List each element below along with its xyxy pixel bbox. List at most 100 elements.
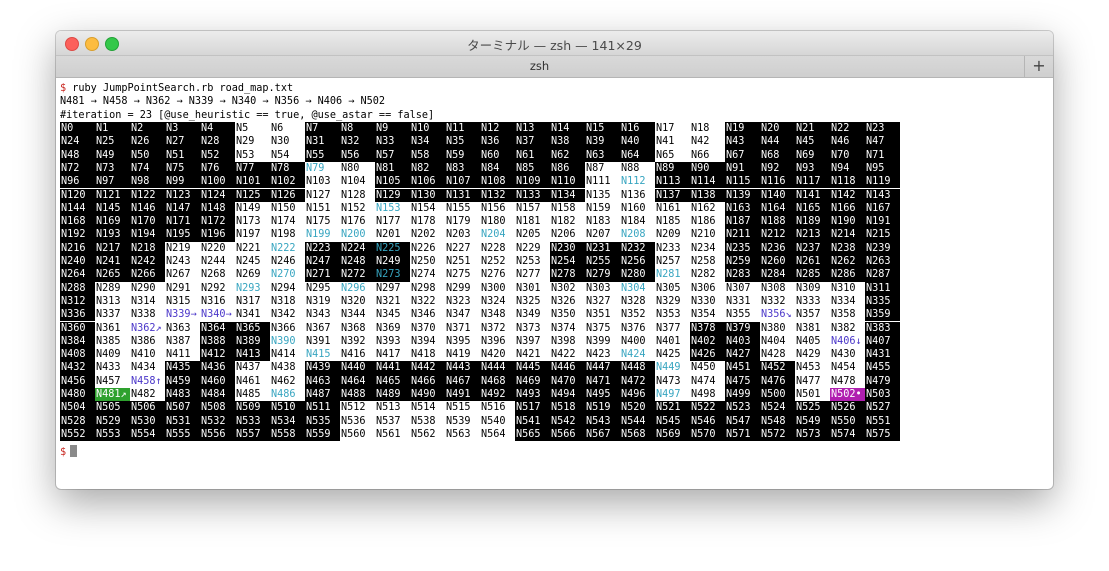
grid-cell: N354: [690, 308, 725, 322]
wall-cell: N550: [830, 414, 865, 428]
grid-cell: N202: [410, 228, 445, 242]
grid-cell: N453: [795, 361, 830, 375]
grid-cell: N219: [165, 241, 200, 255]
grid-cell: N176: [340, 215, 375, 229]
wall-cell: N552: [60, 427, 95, 442]
grid-cell: N454: [830, 361, 865, 375]
grid-cell: N184: [620, 215, 655, 229]
wall-cell: N443: [445, 361, 480, 375]
grid-cell: N473: [655, 374, 690, 388]
wall-cell: N36: [480, 135, 515, 149]
wall-cell: N15: [585, 122, 620, 136]
wall-cell: N545: [655, 414, 690, 428]
wall-cell: N467: [445, 374, 480, 388]
grid-cell: N414: [270, 348, 305, 362]
terminal-content[interactable]: $ ruby JumpPointSearch.rb road_map.txt N…: [60, 79, 1049, 483]
wall-cell: N445: [515, 361, 550, 375]
wall-cell: N171: [165, 215, 200, 229]
grid-cell: N391: [305, 334, 340, 349]
wall-cell: N106: [410, 175, 445, 189]
grid-cell: N158: [550, 201, 585, 216]
wall-cell: N480: [60, 388, 95, 402]
wall-cell: N544: [620, 414, 655, 428]
open-set-cell: N112: [620, 175, 655, 189]
grid-cell: N206: [550, 228, 585, 242]
wall-cell: N431: [865, 348, 900, 362]
grid-cell: N277: [515, 268, 550, 282]
open-set-cell: N225: [375, 241, 410, 255]
grid-row: N240 N241 N242 N243 N244 N245 N246 N247 N248 N249…: [60, 255, 900, 269]
wall-cell: N82: [410, 161, 445, 176]
grid-cell: N346: [410, 308, 445, 322]
wall-cell: N259: [725, 255, 760, 269]
wall-cell: N452: [760, 361, 795, 375]
wall-cell: N558: [270, 427, 305, 442]
wall-cell: N94: [830, 161, 865, 176]
grid-cell: N385: [95, 334, 130, 349]
new-tab-button[interactable]: +: [1024, 56, 1053, 77]
path-cell: N406↓: [830, 334, 865, 349]
wall-cell: N402: [690, 334, 725, 349]
grid-cell: N418: [410, 348, 445, 362]
wall-cell: N236: [760, 241, 795, 255]
grid-cell: N313: [95, 294, 130, 309]
grid-cell: N308: [760, 281, 795, 295]
wall-cell: N456: [60, 374, 95, 388]
grid-cell: N269: [235, 268, 270, 282]
wall-cell: N9: [375, 122, 410, 136]
grid-cell: N229: [515, 241, 550, 255]
grid-cell: N319: [305, 294, 340, 309]
grid-cell: N298: [410, 281, 445, 295]
wall-cell: N47: [865, 135, 900, 149]
grid-cell: N343: [305, 308, 340, 322]
tab-zsh[interactable]: zsh: [56, 56, 1023, 77]
wall-cell: N490: [410, 388, 445, 402]
grid-cell: N162: [690, 201, 725, 216]
wall-cell: N432: [60, 361, 95, 375]
grid-cell: N478: [830, 374, 865, 388]
grid-cell: N327: [585, 294, 620, 309]
grid-cell: N394: [410, 334, 445, 349]
grid-cell: N366: [270, 321, 305, 335]
grid-cell: N253: [515, 255, 550, 269]
wall-cell: N117: [795, 175, 830, 189]
grid-cell: N299: [445, 281, 480, 295]
wall-cell: N96: [60, 175, 95, 189]
grid-cell: N243: [165, 255, 200, 269]
grid-cell: N297: [375, 281, 410, 295]
wall-cell: N529: [95, 414, 130, 428]
wall-cell: N548: [760, 414, 795, 428]
wall-cell: N214: [830, 228, 865, 242]
wall-cell: N97: [95, 175, 130, 189]
grid-cell: N157: [515, 201, 550, 216]
grid-cell: N368: [340, 321, 375, 335]
grid-cell: N111: [585, 175, 620, 189]
wall-cell: N511: [305, 401, 340, 415]
grid-row: N120 N121 N122 N123 N124 N125 N126 N127 N128 N129…: [60, 188, 900, 202]
grid-cell: N205: [515, 228, 550, 242]
wall-cell: N379: [725, 321, 760, 335]
title-bar[interactable]: ターミナル — zsh — 141×29: [56, 31, 1053, 55]
wall-cell: N509: [235, 401, 270, 415]
grid-cell: N409: [95, 348, 130, 362]
wall-cell: N500: [760, 388, 795, 402]
wall-cell: N40: [620, 135, 655, 149]
grid-cell: N323: [445, 294, 480, 309]
wall-cell: N232: [620, 241, 655, 255]
wall-cell: N99: [165, 175, 200, 189]
grid-cell: N159: [585, 201, 620, 216]
wall-cell: N63: [585, 148, 620, 162]
grid-cell: N429: [795, 348, 830, 362]
wall-cell: N471: [585, 374, 620, 388]
grid-cell: N274: [410, 268, 445, 282]
grid-cell: N161: [655, 201, 690, 216]
grid-cell: N482: [130, 388, 165, 402]
grid-cell: N353: [655, 308, 690, 322]
open-set-cell: N270: [270, 268, 305, 282]
grid-cell: N434: [130, 361, 165, 375]
wall-cell: N12: [480, 122, 515, 136]
grid-cell: N334: [830, 294, 865, 309]
wall-cell: N83: [445, 161, 480, 176]
wall-cell: N280: [620, 268, 655, 282]
wall-cell: N95: [865, 161, 900, 176]
